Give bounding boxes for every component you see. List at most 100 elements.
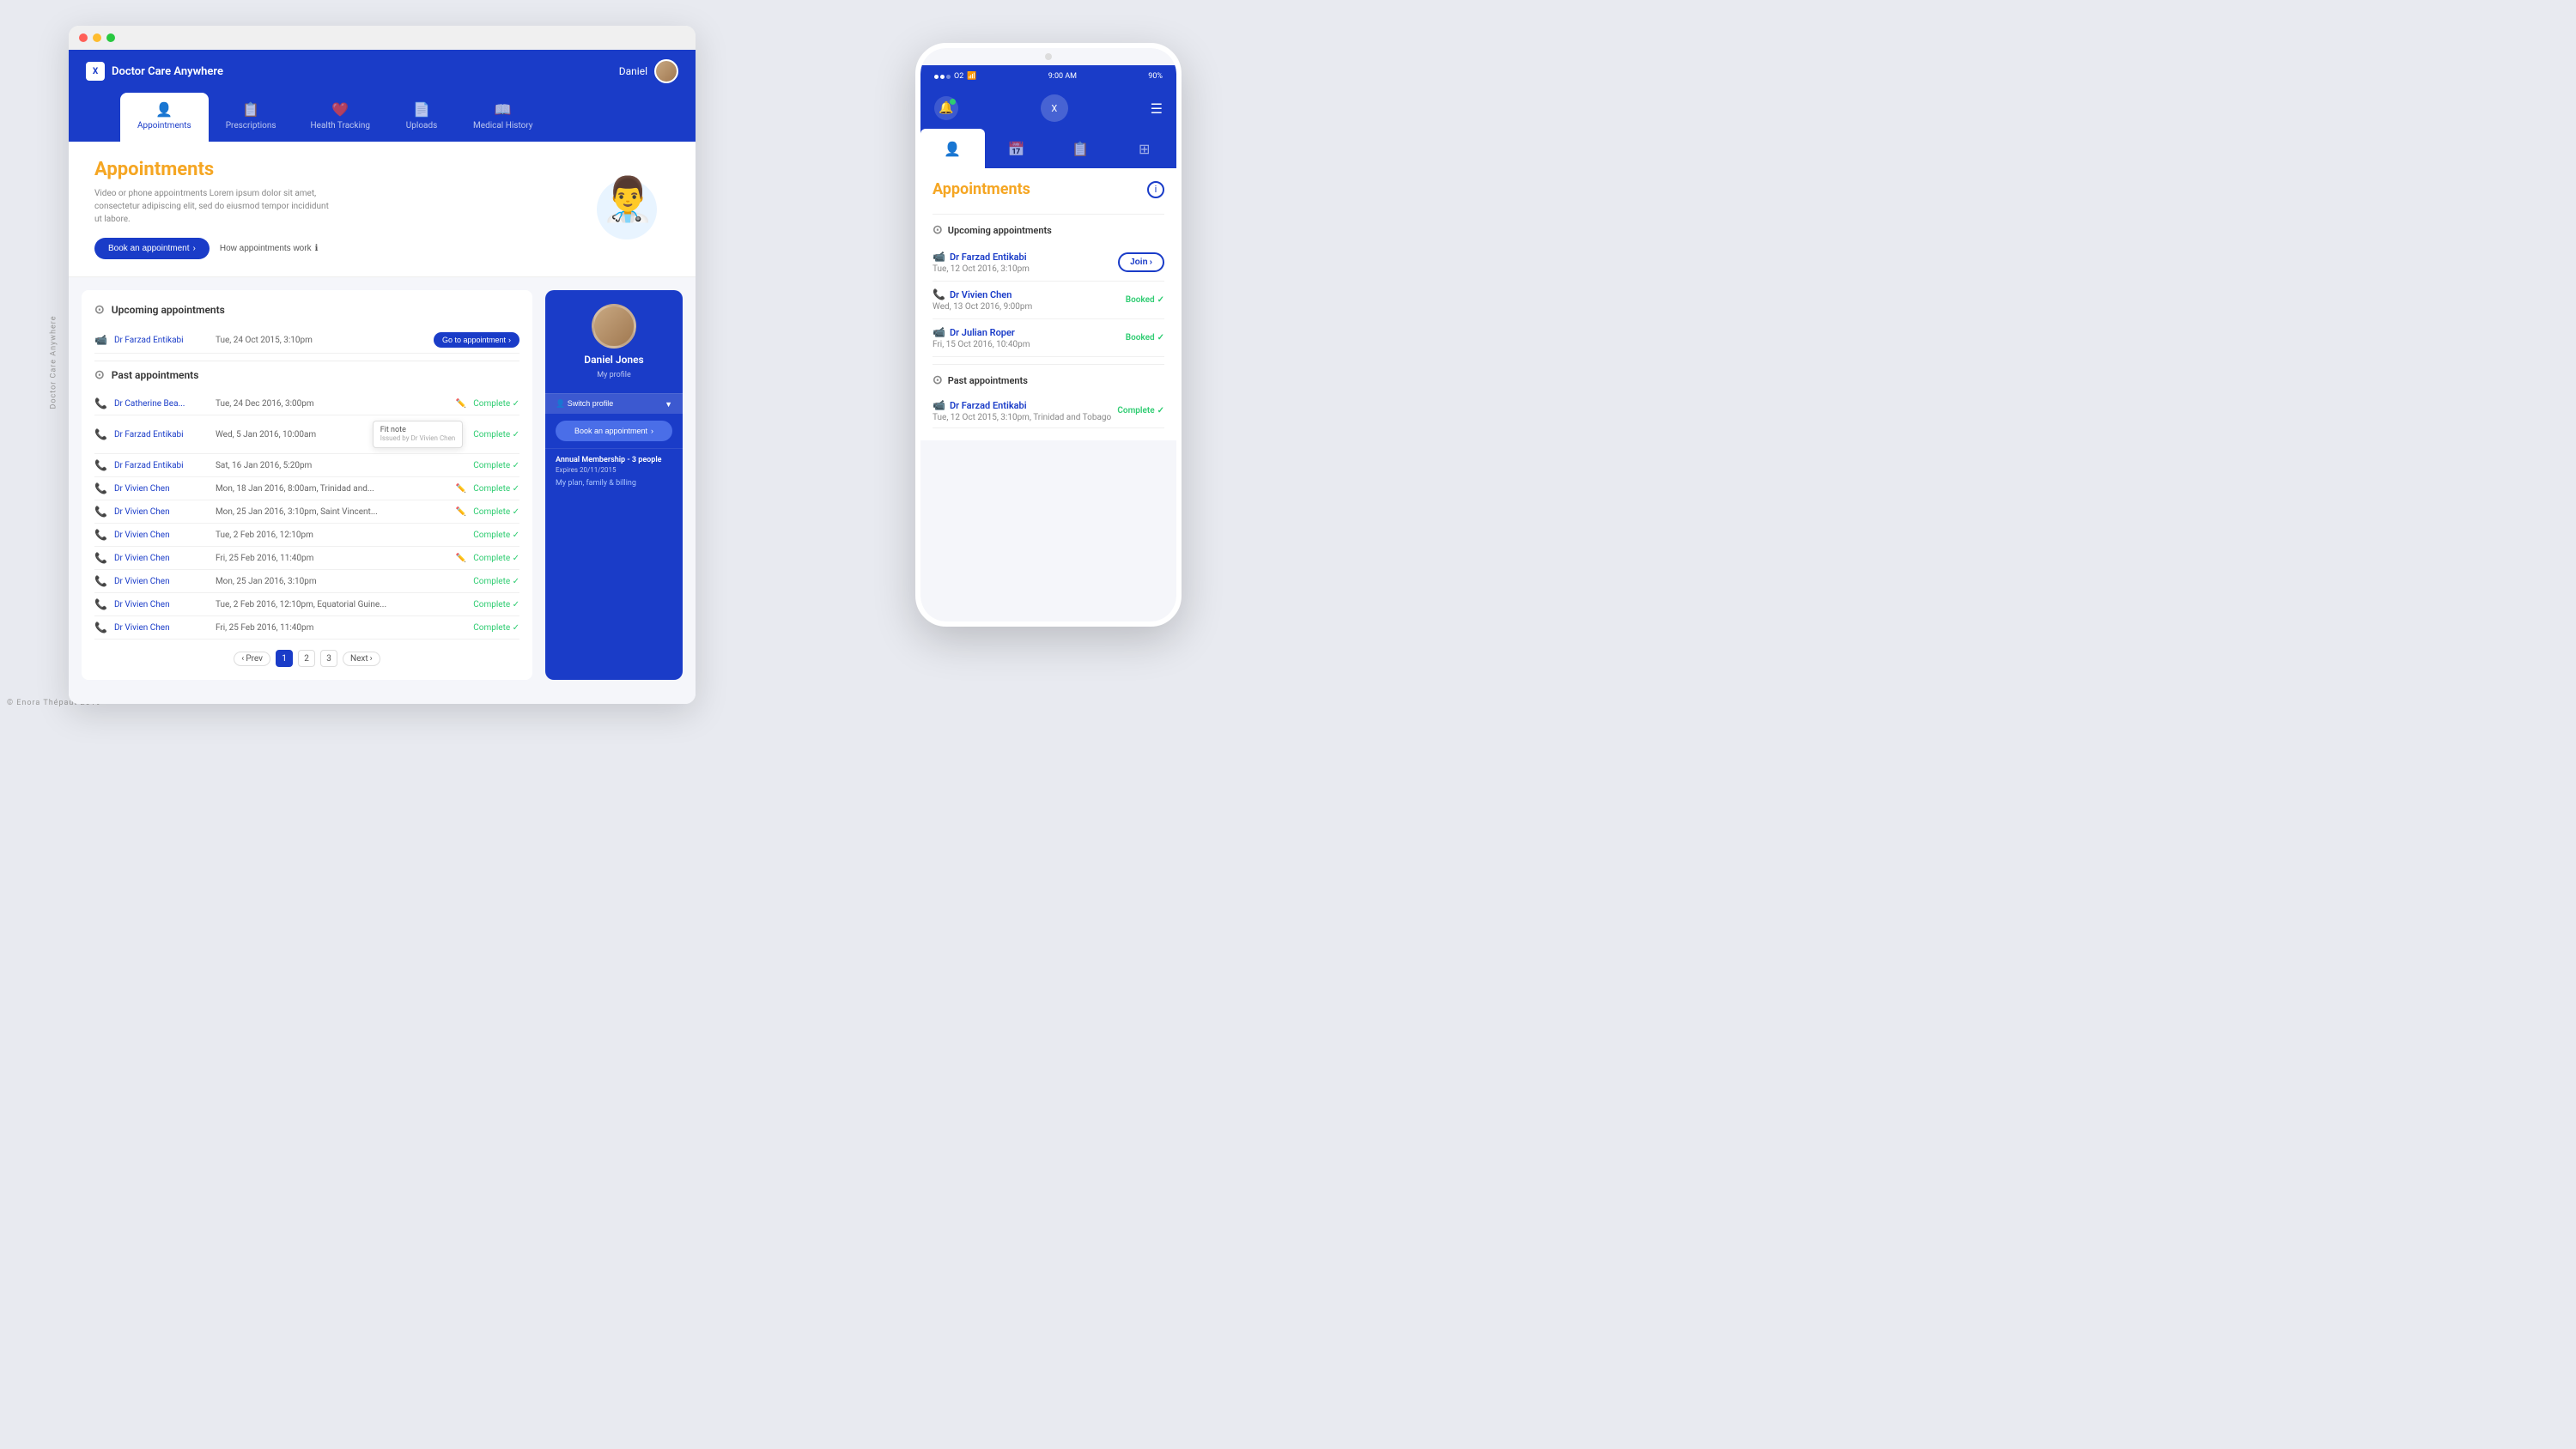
mobile-divider-1 — [933, 214, 1164, 215]
mobile-appointments-title: Appointments — [933, 180, 1030, 198]
doctor-illustration: 👨‍⚕️ — [601, 175, 654, 225]
profile-book-appointment-button[interactable]: Book an appointment › — [556, 421, 672, 441]
call-type-icon: 📞 — [94, 506, 107, 518]
mobile-upcoming-row-2: 📞 Dr Vivien Chen Wed, 13 Oct 2016, 9:00p… — [933, 288, 1164, 312]
past-appointment-row: 📞 Dr Farzad Entikabi Sat, 16 Jan 2016, 5… — [94, 454, 519, 477]
join-button[interactable]: Join › — [1118, 252, 1164, 272]
mobile-upcoming-1: 📹 Dr Farzad Entikabi Tue, 12 Oct 2016, 3… — [933, 244, 1164, 282]
booked-status-1: Booked ✓ — [1126, 295, 1164, 305]
tab-health-tracking[interactable]: ❤️ Health Tracking — [294, 93, 387, 142]
app-content: Appointments Video or phone appointments… — [69, 142, 696, 704]
mobile-doc-date-3: Fri, 15 Oct 2016, 10:40pm — [933, 340, 1030, 349]
info-icon[interactable]: i — [1147, 181, 1164, 198]
mobile-tab-calendar[interactable]: 📅 — [985, 129, 1049, 168]
close-button[interactable] — [79, 33, 88, 42]
tab-uploads[interactable]: 📄 Uploads — [387, 93, 456, 142]
past-doctor-name[interactable]: Dr Vivien Chen — [114, 507, 209, 517]
past-appointment-date: Mon, 18 Jan 2016, 8:00am, Trinidad and..… — [216, 484, 449, 494]
prescriptions-icon: 📋 — [242, 101, 259, 118]
past-appointment-row: 📞 Dr Catherine Bea... Tue, 24 Dec 2016, … — [94, 392, 519, 415]
past-appointment-date: Fri, 25 Feb 2016, 11:40pm — [216, 554, 449, 563]
mobile-appointments-header: Appointments i — [933, 168, 1164, 207]
past-doctor-name[interactable]: Dr Vivien Chen — [114, 600, 209, 609]
page-2-button[interactable]: 2 — [298, 650, 315, 667]
minimize-button[interactable] — [93, 33, 101, 42]
mobile-doc-info-3: 📹 Dr Julian Roper Fri, 15 Oct 2016, 10:4… — [933, 326, 1030, 349]
edit-icon[interactable]: ✏️ — [456, 554, 466, 563]
mobile-tab-appointments[interactable]: 👤 — [920, 129, 985, 168]
complete-status: Complete ✓ — [473, 399, 519, 409]
mobile-doc-name-2[interactable]: 📞 Dr Vivien Chen — [933, 288, 1032, 300]
health-tracking-icon: ❤️ — [331, 101, 349, 118]
profile-card: Daniel Jones My profile 👤 Switch profile… — [545, 290, 683, 680]
tab-appointments-label: Appointments — [137, 121, 191, 130]
video-icon-1: 📹 — [933, 251, 945, 263]
tab-appointments[interactable]: 👤 Appointments — [120, 93, 209, 142]
switch-profile-button[interactable]: 👤 Switch profile ▼ — [545, 393, 683, 414]
mobile-past-doc-name[interactable]: 📹 Dr Farzad Entikabi — [933, 399, 1111, 411]
hero-actions: Book an appointment › How appointments w… — [94, 238, 584, 259]
past-doctor-name[interactable]: Dr Vivien Chen — [114, 530, 209, 540]
maximize-button[interactable] — [106, 33, 115, 42]
mobile-time: 9:00 AM — [1048, 72, 1077, 81]
page-3-button[interactable]: 3 — [320, 650, 337, 667]
header-user[interactable]: Daniel — [619, 59, 678, 83]
edit-icon[interactable]: ✏️ — [456, 399, 466, 409]
past-doctor-name[interactable]: Dr Vivien Chen — [114, 484, 209, 494]
app-header: X Doctor Care Anywhere Daniel — [69, 50, 696, 93]
upcoming-section-icon: ⊙ — [94, 303, 105, 317]
past-doctor-name[interactable]: Dr Farzad Entikabi — [114, 461, 209, 470]
complete-status: Complete ✓ — [473, 484, 519, 494]
book-appointment-button[interactable]: Book an appointment › — [94, 238, 210, 259]
mobile-tab-grid[interactable]: ⊞ — [1113, 129, 1177, 168]
prev-page-button[interactable]: ‹ Prev — [234, 652, 270, 666]
tab-medical-history[interactable]: 📖 Medical History — [456, 93, 550, 142]
call-type-icon: 📞 — [94, 598, 107, 610]
signal-dot-3 — [946, 75, 951, 79]
past-appointment-row: 📞 Dr Farzad Entikabi Wed, 5 Jan 2016, 10… — [94, 415, 519, 454]
mobile-past-icon: ⊙ — [933, 373, 943, 387]
notification-bell[interactable]: 🔔 — [934, 96, 958, 120]
past-appointment-row: 📞 Dr Vivien Chen Mon, 25 Jan 2016, 3:10p… — [94, 570, 519, 593]
booked-status-2: Booked ✓ — [1126, 333, 1164, 343]
tooltip-title: Fit note — [380, 426, 406, 434]
past-doctor-name[interactable]: Dr Vivien Chen — [114, 577, 209, 586]
camera-notch — [1045, 53, 1052, 60]
mobile-doc-name-1[interactable]: 📹 Dr Farzad Entikabi — [933, 251, 1030, 263]
app-title: Doctor Care Anywhere — [112, 65, 223, 78]
plan-link[interactable]: My plan, family & billing — [556, 479, 672, 488]
complete-status: Complete ✓ — [473, 554, 519, 563]
complete-status: Complete ✓ — [473, 507, 519, 517]
video-icon-past: 📹 — [933, 399, 945, 411]
call-type-icon: 📞 — [94, 552, 107, 564]
membership-title: Annual Membership - 3 people — [556, 456, 672, 464]
upcoming-doctor-name[interactable]: Dr Farzad Entikabi — [114, 336, 209, 345]
app-logo: X Doctor Care Anywhere — [86, 62, 223, 81]
mobile-logo: X — [1041, 94, 1068, 122]
mobile-tab-documents[interactable]: 📋 — [1048, 129, 1113, 168]
past-doctor-name[interactable]: Dr Farzad Entikabi — [114, 430, 209, 440]
how-appointments-work-button[interactable]: How appointments work ℹ — [220, 244, 319, 253]
mobile-upcoming-row-3: 📹 Dr Julian Roper Fri, 15 Oct 2016, 10:4… — [933, 326, 1164, 349]
past-appointment-date: Mon, 25 Jan 2016, 3:10pm, Saint Vincent.… — [216, 507, 449, 517]
edit-icon[interactable]: ✏️ — [456, 484, 466, 494]
call-type-icon: 📞 — [94, 575, 107, 587]
signal-bars — [934, 75, 951, 79]
edit-icon[interactable]: ✏️ — [456, 507, 466, 517]
mobile-mockup: O2 📶 9:00 AM 90% 🔔 X ☰ 👤 📅 📋 ⊞ Appoint — [915, 43, 1182, 627]
past-doctor-name[interactable]: Dr Vivien Chen — [114, 623, 209, 633]
signal-dot-1 — [934, 75, 939, 79]
tab-prescriptions[interactable]: 📋 Prescriptions — [209, 93, 294, 142]
past-doctor-name[interactable]: Dr Vivien Chen — [114, 554, 209, 563]
tab-uploads-label: Uploads — [406, 121, 437, 130]
hamburger-menu-icon[interactable]: ☰ — [1151, 100, 1163, 117]
past-appointment-date: Tue, 2 Feb 2016, 12:10pm — [216, 530, 466, 540]
mobile-doc-name-3[interactable]: 📹 Dr Julian Roper — [933, 326, 1030, 338]
hero-illustration: 👨‍⚕️ — [584, 175, 670, 244]
past-doctor-name[interactable]: Dr Catherine Bea... — [114, 399, 209, 409]
appointments-icon: 👤 — [155, 101, 173, 118]
go-to-appointment-button[interactable]: Go to appointment › — [434, 332, 519, 348]
page-1-button[interactable]: 1 — [276, 650, 293, 667]
uploads-icon: 📄 — [413, 101, 430, 118]
next-page-button[interactable]: Next › — [343, 652, 380, 666]
